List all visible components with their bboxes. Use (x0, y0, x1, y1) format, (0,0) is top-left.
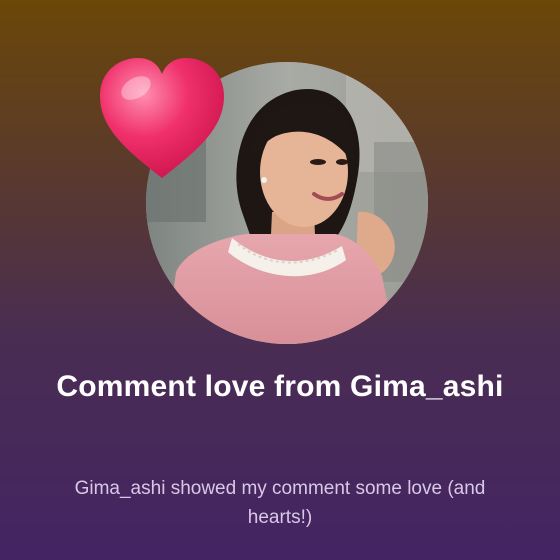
notification-title: Comment love from Gima_ashi (56, 370, 504, 403)
notification-message: Gima_ashi showed my comment some love (a… (74, 478, 486, 528)
heart-icon (96, 54, 228, 182)
comment-love-notification: Comment love from Gima_ashi Gima_ashi sh… (0, 0, 560, 560)
